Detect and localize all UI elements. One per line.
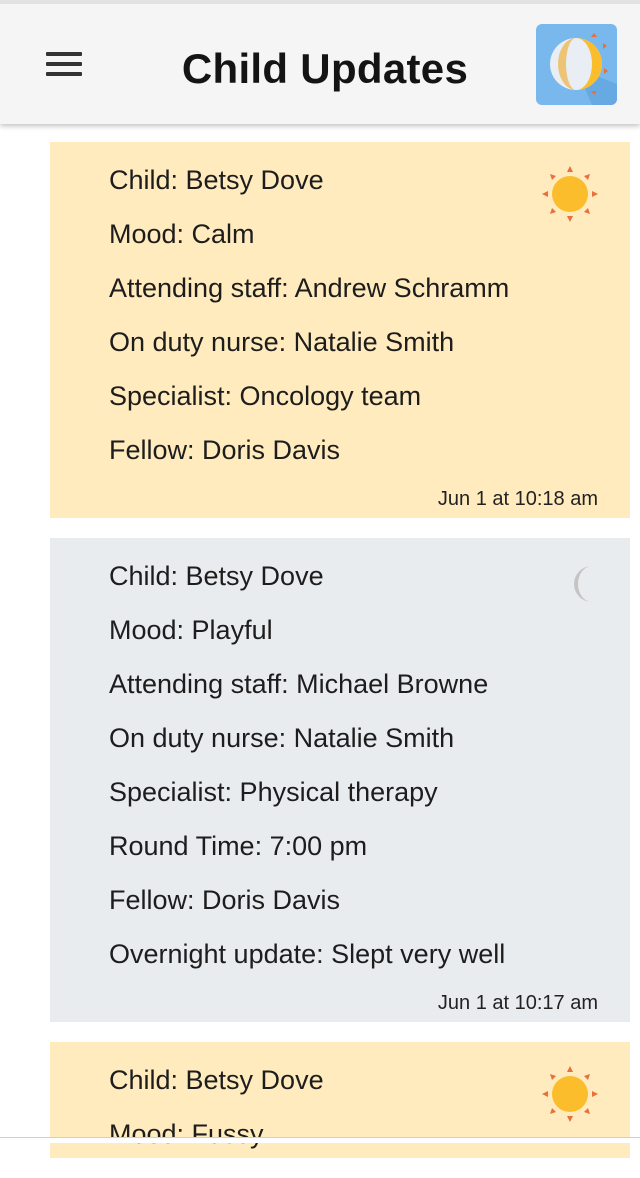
day-night-toggle-icon[interactable] (536, 24, 617, 105)
app-bar: Child Updates (0, 0, 640, 124)
updates-feed: Child: Betsy Dove Mood: Calm Attending sta… (50, 142, 630, 1178)
update-field: Child: Betsy Dove (109, 165, 324, 195)
update-field: Fellow: Doris Davis (109, 885, 341, 915)
update-field: Round Time: 7:00 pm (109, 831, 368, 861)
update-field: On duty nurse: Natalie Smith (109, 327, 455, 357)
sun-icon (540, 164, 600, 224)
update-card[interactable]: Child: Betsy Dove Mood: Calm Attending sta… (50, 142, 630, 518)
update-field: Mood: Playful (109, 615, 273, 645)
screen-bottom-edge (0, 1137, 640, 1143)
sun-icon (540, 1064, 600, 1124)
update-field: Mood: Calm (109, 219, 255, 249)
update-field: On duty nurse: Natalie Smith (109, 723, 455, 753)
update-field: Child: Betsy Dove (109, 561, 324, 591)
update-field: Child: Betsy Dove (109, 1065, 324, 1095)
update-field: Attending staff: Michael Browne (109, 669, 489, 699)
update-field: Fellow: Doris Davis (109, 435, 341, 465)
update-field: Overnight update: Slept very well (109, 939, 506, 969)
moon-icon (562, 564, 602, 604)
update-field: Attending staff: Andrew Schramm (109, 273, 510, 303)
update-field: Specialist: Physical therapy (109, 777, 438, 807)
status-bar-divider (0, 0, 640, 4)
update-field: Mood: Fussy (109, 1119, 264, 1149)
update-timestamp: Jun 1 at 10:17 am (437, 992, 598, 1014)
update-timestamp: Jun 1 at 10:18 am (437, 488, 598, 510)
update-field: Specialist: Oncology team (109, 381, 422, 411)
update-card[interactable]: Child: Betsy Dove Mood: Playful Attending … (50, 538, 630, 1022)
